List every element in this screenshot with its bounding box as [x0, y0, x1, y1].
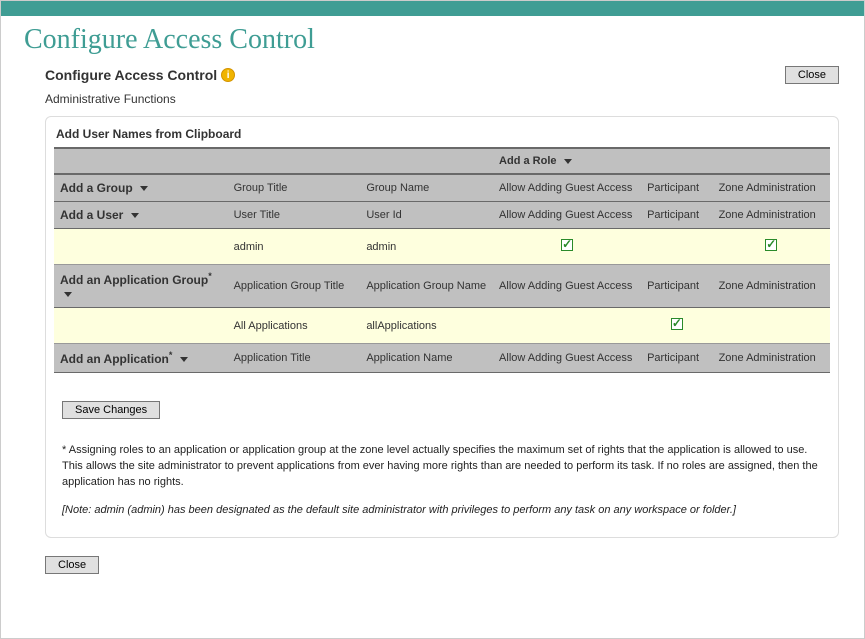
add-role-dropdown[interactable]: Add a Role [499, 155, 572, 167]
user-zone-col: Zone Administration [713, 202, 830, 229]
app-group-participant-col: Participant [641, 265, 712, 308]
close-button-bottom[interactable]: Close [45, 556, 99, 574]
save-changes-button[interactable]: Save Changes [62, 401, 160, 419]
app-group-row-title: All Applications [228, 308, 361, 344]
app-zone-col: Zone Administration [713, 344, 830, 373]
access-table: Add a Role Add a Group Group Title Group… [54, 147, 830, 373]
user-section-row: Add a User User Title User Id Allow Addi… [54, 202, 830, 229]
user-title-col: User Title [228, 202, 361, 229]
app-group-guest-col: Allow Adding Guest Access [493, 265, 641, 308]
chevron-down-icon [64, 292, 72, 297]
add-user-label: Add a User [60, 208, 123, 222]
checkbox-zone-admin[interactable] [765, 239, 777, 251]
access-control-panel: Add User Names from Clipboard Add a Role [45, 116, 839, 538]
chevron-down-icon [140, 186, 148, 191]
app-group-zone-col: Zone Administration [713, 265, 830, 308]
add-app-group-dropdown[interactable]: Add an Application Group* [60, 273, 212, 301]
add-application-dropdown[interactable]: Add an Application* [60, 352, 188, 366]
group-title-col: Group Title [228, 174, 361, 202]
add-user-dropdown[interactable]: Add a User [60, 208, 139, 222]
app-guest-col: Allow Adding Guest Access [493, 344, 641, 373]
checkbox-guest-admin[interactable] [561, 239, 573, 251]
app-group-section-row: Add an Application Group* Application Gr… [54, 265, 830, 308]
group-section-row: Add a Group Group Title Group Name Allow… [54, 174, 830, 202]
panel-heading-text: Configure Access Control [45, 67, 217, 83]
user-guest-col: Allow Adding Guest Access [493, 202, 641, 229]
group-participant-col: Participant [641, 174, 712, 202]
top-accent-bar [1, 1, 864, 16]
breadcrumb: Administrative Functions [1, 92, 864, 116]
group-guest-col: Allow Adding Guest Access [493, 174, 641, 202]
group-name-col: Group Name [360, 174, 493, 202]
user-name-col: User Id [360, 202, 493, 229]
app-participant-col: Participant [641, 344, 712, 373]
checkbox-participant-allapps[interactable] [671, 318, 683, 330]
add-group-dropdown[interactable]: Add a Group [60, 181, 148, 195]
app-group-row-name: allApplications [360, 308, 493, 344]
chevron-down-icon [180, 357, 188, 362]
info-icon[interactable]: i [221, 68, 235, 82]
add-application-label: Add an Application [60, 352, 169, 366]
app-group-name-col: Application Group Name [360, 265, 493, 308]
app-section-row: Add an Application* Application Title Ap… [54, 344, 830, 373]
footnote-text: * Assigning roles to an application or a… [62, 443, 822, 491]
footnote-italic: [Note: admin (admin) has been designated… [62, 503, 822, 519]
close-button-top[interactable]: Close [785, 66, 839, 84]
role-header-row: Add a Role [54, 148, 830, 174]
chevron-down-icon [564, 159, 572, 164]
bottom-close-row: Close [45, 556, 864, 574]
user-participant-col: Participant [641, 202, 712, 229]
page-root: Configure Access Control Configure Acces… [0, 0, 865, 639]
app-group-title-col: Application Group Title [228, 265, 361, 308]
user-row-title: admin [228, 229, 361, 265]
panel-header-row: Configure Access Control i Close [1, 66, 864, 84]
group-zone-col: Zone Administration [713, 174, 830, 202]
table-row: admin admin [54, 229, 830, 265]
panel-heading: Configure Access Control i [45, 67, 235, 83]
app-title-col: Application Title [228, 344, 361, 373]
panel-subtitle: Add User Names from Clipboard [56, 127, 830, 141]
asterisk-icon: * [208, 271, 212, 281]
app-name-col: Application Name [360, 344, 493, 373]
add-app-group-label: Add an Application Group [60, 273, 208, 287]
page-title: Configure Access Control [24, 24, 864, 56]
save-row: Save Changes [62, 401, 830, 419]
chevron-down-icon [131, 213, 139, 218]
table-row: All Applications allApplications [54, 308, 830, 344]
user-row-name: admin [360, 229, 493, 265]
add-group-label: Add a Group [60, 181, 133, 195]
add-role-label: Add a Role [499, 155, 556, 167]
asterisk-icon: * [169, 350, 173, 360]
